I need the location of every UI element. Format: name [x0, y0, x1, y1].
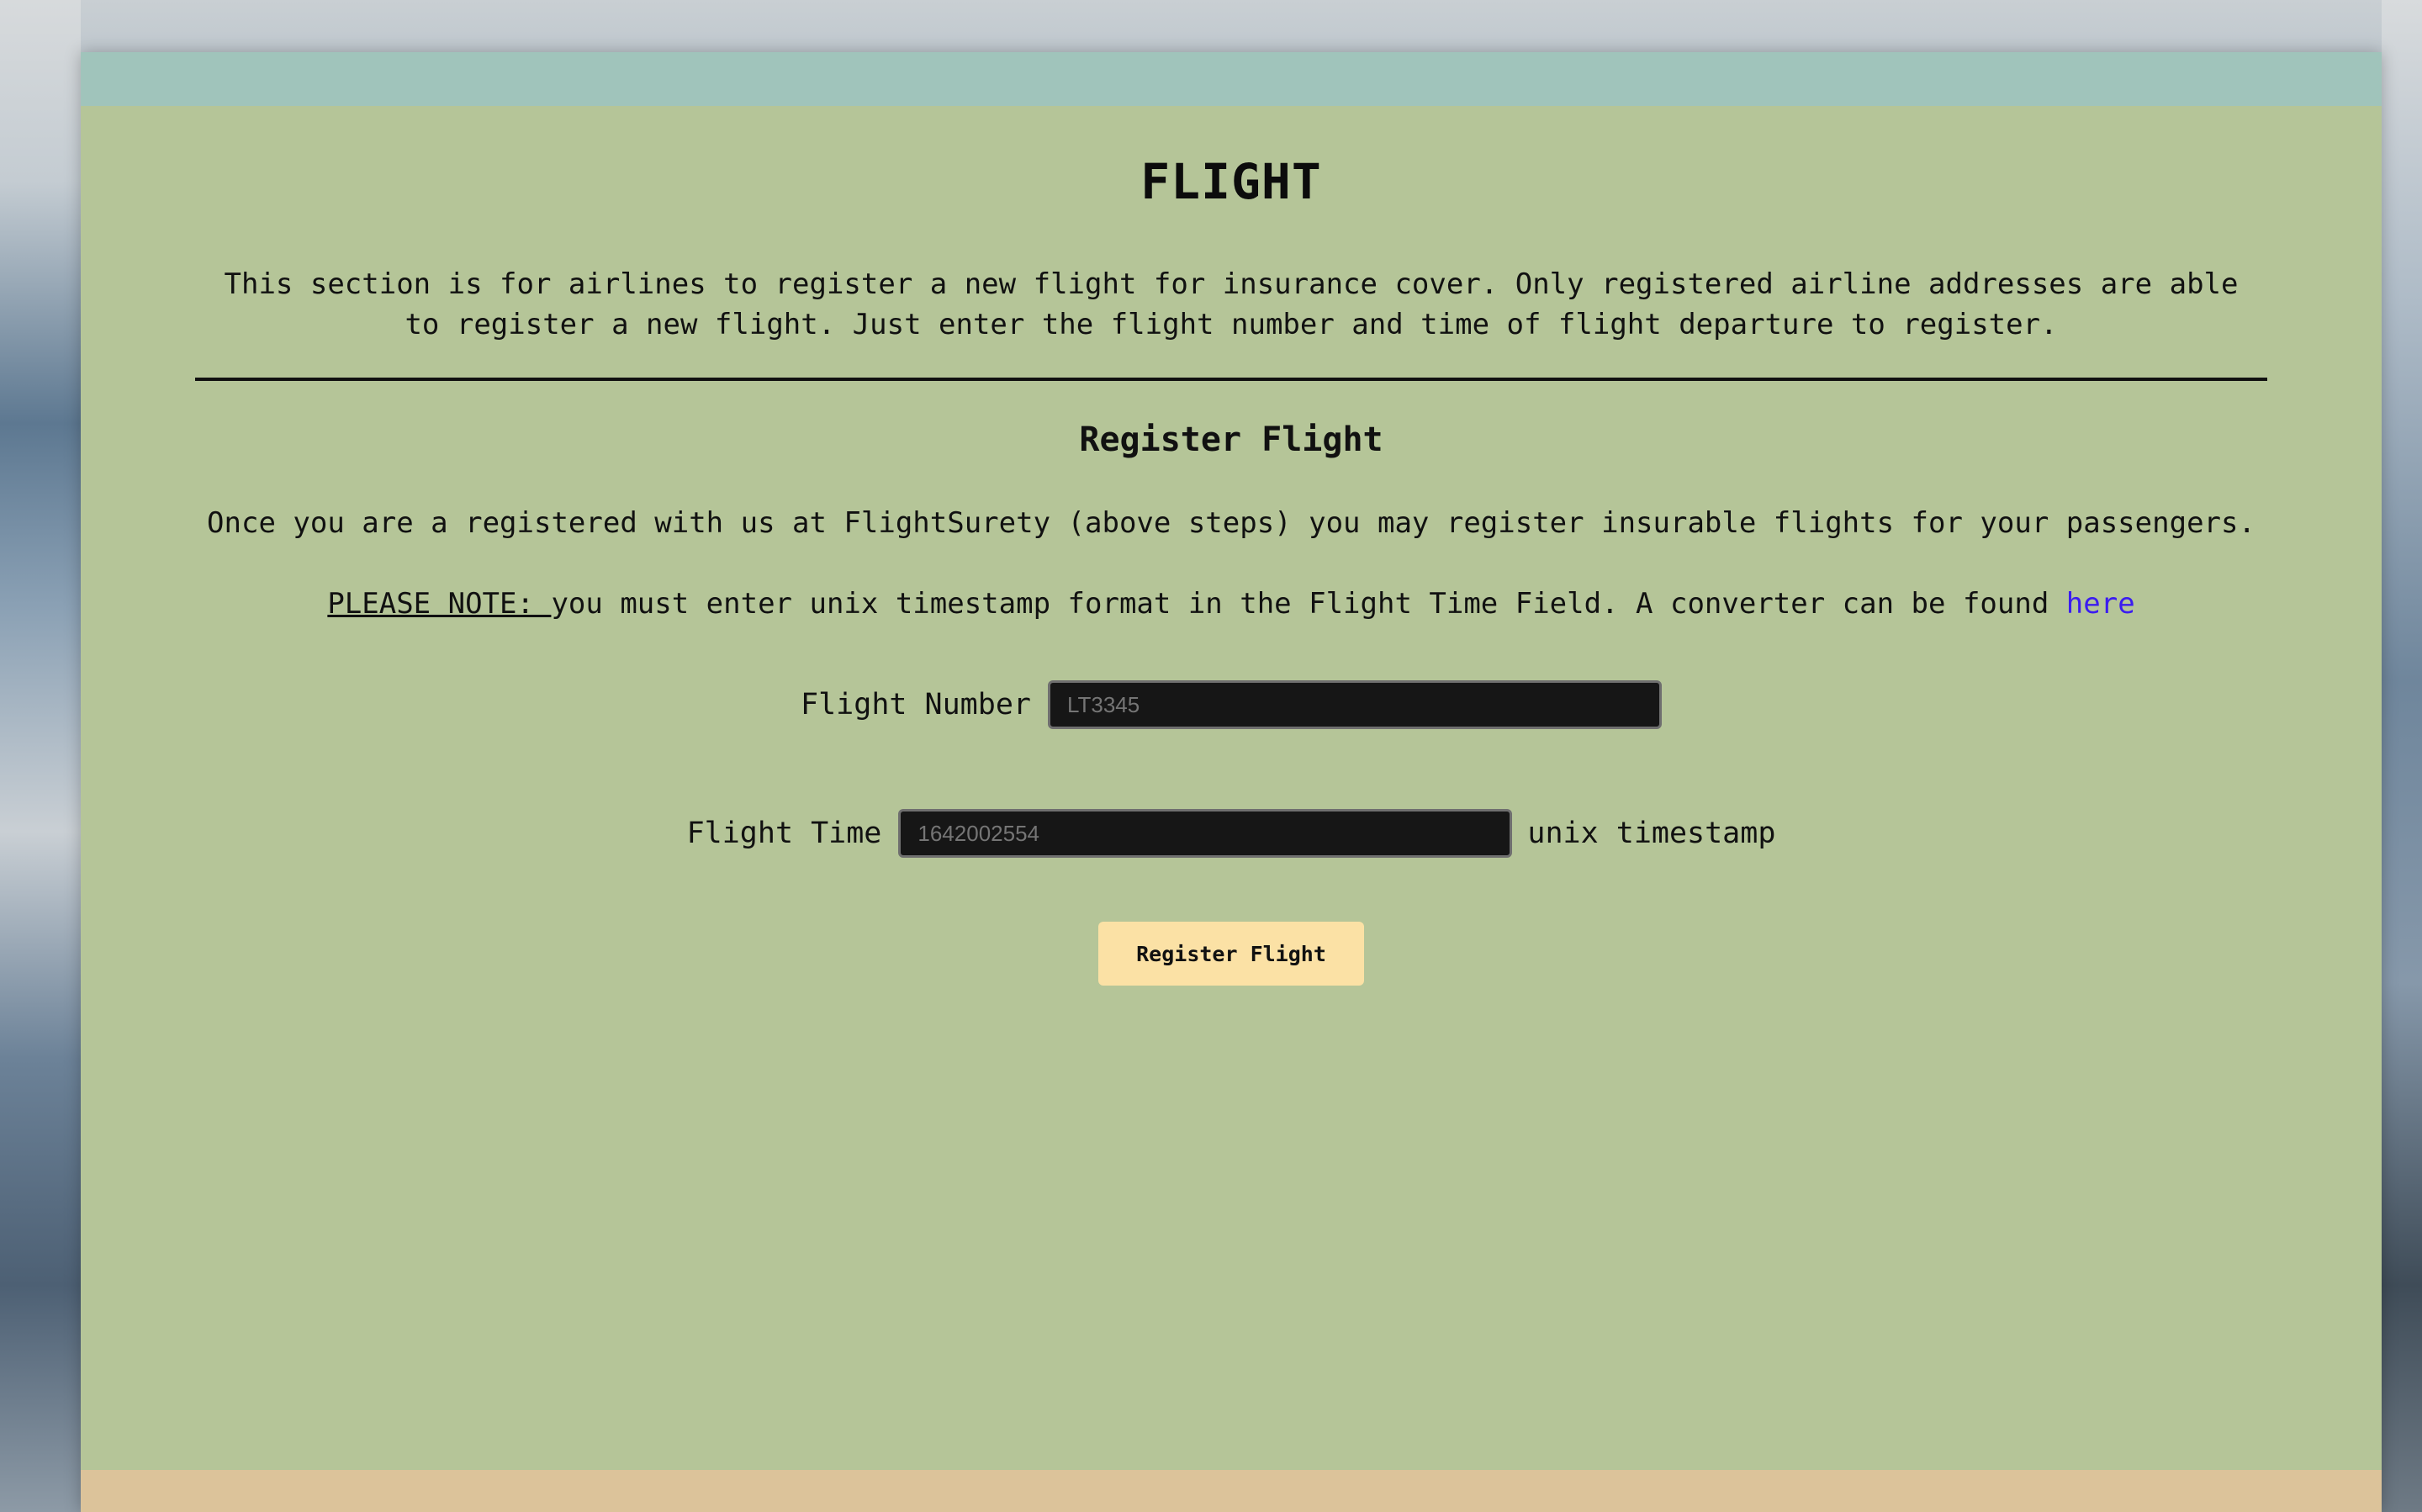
register-flight-heading: Register Flight	[1079, 420, 1383, 459]
flight-number-label: Flight Number	[801, 688, 1031, 722]
intro-text: This section is for airlines to register…	[224, 267, 2239, 341]
register-flight-button[interactable]: Register Flight	[1098, 922, 1364, 986]
page-title: FLIGHT	[1140, 153, 1322, 210]
converter-link[interactable]: here	[2066, 587, 2135, 621]
flight-time-label: Flight Time	[686, 817, 882, 850]
note-text: you must enter unix timestamp format in …	[551, 587, 2066, 621]
top-bar	[81, 52, 2382, 106]
background-image-right	[2382, 0, 2422, 1512]
flight-number-row: Flight Number	[81, 676, 2382, 733]
flight-time-row: Flight Time unix timestamp	[81, 805, 2382, 862]
bottom-bar	[81, 1470, 2382, 1512]
register-description: Once you are a registered with us at Fli…	[207, 506, 2255, 540]
flight-time-input[interactable]	[898, 809, 1513, 858]
flight-time-unit: unix timestamp	[1527, 817, 1776, 850]
section-divider	[195, 378, 2267, 381]
flight-number-input[interactable]	[1047, 680, 1662, 729]
timestamp-note: PLEASE NOTE: you must enter unix timesta…	[81, 587, 2382, 621]
background-image-left	[0, 0, 81, 1512]
main-panel: FLIGHT This section is for airlines to r…	[81, 52, 2382, 1512]
note-label: PLEASE NOTE:	[327, 587, 552, 621]
